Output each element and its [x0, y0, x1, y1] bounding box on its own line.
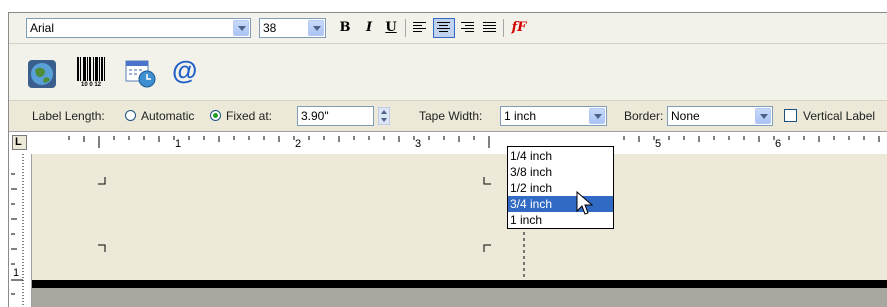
tape-edge-bar	[32, 280, 887, 288]
align-left-icon[interactable]	[413, 22, 426, 33]
tape-width-option[interactable]: 1/2 inch	[508, 180, 613, 196]
barcode-caption: 10 0 12	[81, 82, 102, 88]
ruler-number-2: 2	[295, 138, 302, 150]
application-frame: Arial 38 B I U fF 10 0 12 @ Label Length…	[8, 12, 887, 307]
label-settings-toolbar: Label Length: Automatic Fixed at: 3.90" …	[9, 101, 887, 131]
vertical-label-checkbox[interactable]	[784, 109, 797, 122]
chevron-down-icon[interactable]	[589, 108, 605, 124]
chevron-down-icon[interactable]	[308, 20, 324, 36]
globe-icon[interactable]	[27, 59, 57, 89]
fixed-at-radio[interactable]	[210, 110, 221, 121]
label-canvas[interactable]	[32, 154, 887, 307]
italic-button[interactable]: I	[361, 18, 377, 38]
ruler-number-1: 1	[175, 138, 182, 150]
ruler-number-3: 3	[415, 138, 422, 150]
font-toolbar: Arial 38 B I U fF	[9, 13, 887, 44]
border-label: Border:	[624, 109, 664, 123]
tab-stop-label: L	[15, 136, 22, 148]
vertical-ruler: 1	[9, 154, 32, 307]
ruler-number-6: 6	[775, 138, 782, 150]
font-size-value: 38	[263, 21, 277, 35]
label-length-label: Label Length:	[32, 109, 105, 123]
toolbar-separator	[503, 19, 504, 37]
length-spinner-icon[interactable]	[378, 107, 390, 125]
date-time-icon[interactable]	[125, 59, 157, 89]
chevron-down-icon[interactable]	[233, 20, 249, 36]
tape-width-value: 1 inch	[504, 109, 537, 123]
underline-button[interactable]: U	[383, 18, 399, 38]
align-center-icon	[437, 22, 450, 33]
ruler-number-5: 5	[655, 138, 662, 150]
crop-marks	[98, 154, 525, 280]
automatic-radio[interactable]	[125, 110, 136, 121]
tape-width-dropdown-list[interactable]: 1/4 inch 3/8 inch 1/2 inch 3/4 inch 1 in…	[507, 146, 614, 229]
tape-width-combo[interactable]: 1 inch	[500, 106, 607, 126]
tape-width-label: Tape Width:	[419, 109, 483, 123]
horizontal-ruler: L 1 2 3 5 6	[9, 131, 887, 155]
align-right-icon[interactable]	[461, 22, 474, 33]
vertical-ruler-number: 1	[13, 267, 20, 279]
font-name-combo[interactable]: Arial	[26, 18, 251, 38]
font-name-value: Arial	[30, 21, 55, 35]
canvas-background	[32, 288, 887, 307]
fixed-at-value: 3.90"	[301, 109, 329, 123]
insert-toolbar: 10 0 12 @	[9, 44, 887, 101]
tape-width-option[interactable]: 1 inch	[508, 212, 613, 228]
tape-width-option[interactable]: 1/4 inch	[508, 148, 613, 164]
tab-stop-button[interactable]: L	[12, 135, 27, 150]
automatic-label: Automatic	[141, 109, 195, 123]
mouse-cursor-icon	[576, 191, 594, 215]
font-size-combo[interactable]: 38	[259, 18, 326, 38]
tape-width-option-highlighted[interactable]: 3/4 inch	[508, 196, 613, 212]
email-at-icon[interactable]: @	[172, 55, 197, 86]
fixed-at-input[interactable]: 3.90"	[297, 106, 374, 126]
bold-button[interactable]: B	[337, 18, 353, 38]
border-combo[interactable]: None	[667, 106, 773, 126]
chevron-down-icon[interactable]	[755, 108, 771, 124]
fixed-at-label: Fixed at:	[226, 109, 273, 123]
border-value: None	[671, 109, 700, 123]
justify-icon[interactable]	[483, 22, 496, 33]
formula-button[interactable]: fF	[509, 18, 529, 38]
toolbar-separator	[405, 19, 406, 37]
tape-width-option[interactable]: 3/8 inch	[508, 164, 613, 180]
label-design-area[interactable]	[32, 154, 887, 280]
vertical-label-text: Vertical Label	[803, 109, 876, 123]
vertical-ruler-ticks	[11, 154, 24, 307]
ruler-ticks	[68, 136, 880, 148]
